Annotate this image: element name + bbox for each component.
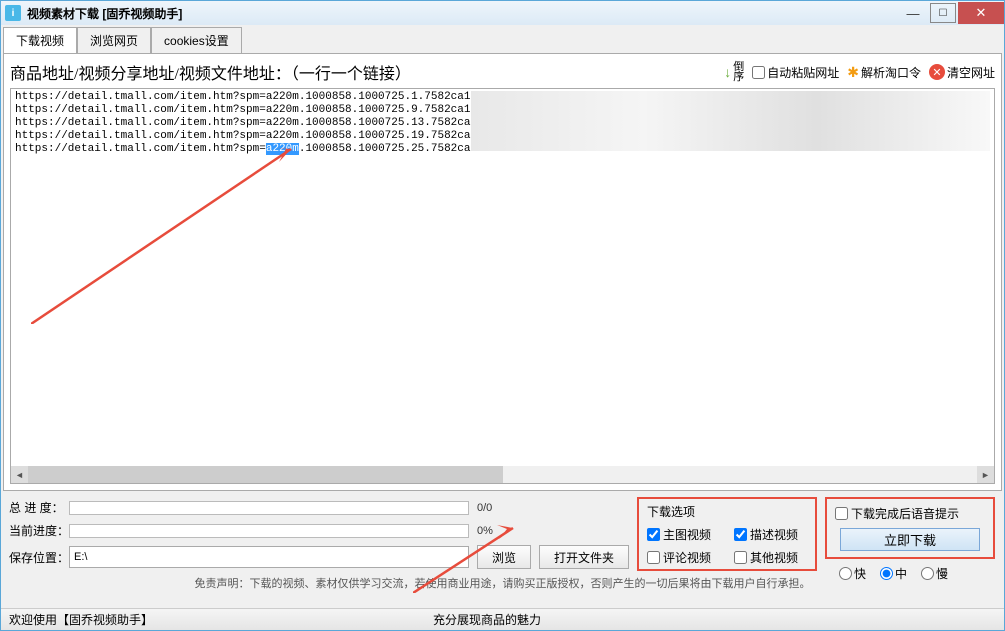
voice-prompt-checkbox[interactable]: 下载完成后语音提示: [835, 505, 959, 522]
tab-browse[interactable]: 浏览网页: [77, 27, 151, 53]
close-button[interactable]: ✕: [958, 2, 1004, 24]
titlebar: i 视频素材下载 [固乔视频助手] — ☐ ✕: [1, 1, 1004, 25]
download-action-box: 下载完成后语音提示 立即下载: [825, 497, 995, 559]
auto-paste-checkbox[interactable]: 自动粘贴网址: [752, 64, 839, 81]
reverse-icon: ↓: [724, 64, 731, 80]
main-video-checkbox[interactable]: 主图视频: [647, 526, 720, 543]
window-controls: — ☐ ✕: [898, 2, 1004, 24]
total-progress-bar: [69, 501, 469, 515]
annotation-arrow-1: [31, 144, 301, 324]
speed-fast-radio[interactable]: 快: [839, 565, 866, 582]
total-progress-info: 0/0: [477, 502, 492, 514]
save-path-input[interactable]: [69, 546, 469, 568]
scroll-right-arrow[interactable]: ►: [977, 466, 994, 483]
blur-overlay: [471, 91, 990, 151]
content-panel: 商品地址/视频分享地址/视频文件地址：（一行一个链接） ↓ 倒 序 自动粘贴网址…: [3, 53, 1002, 491]
reverse-label: 倒 序: [733, 62, 744, 82]
tab-download[interactable]: 下载视频: [3, 27, 77, 53]
desc-video-checkbox[interactable]: 描述视频: [734, 526, 807, 543]
current-progress-bar: [69, 524, 469, 538]
auto-paste-check[interactable]: [752, 66, 765, 79]
speed-medium-radio[interactable]: 中: [880, 565, 907, 582]
bottom-panel: 总 进 度： 0/0 当前进度： 0% 保存位置： 浏览 打开文件夹 免责声明：…: [1, 493, 1004, 608]
url-textarea[interactable]: https://detail.tmall.com/item.htm?spm=a2…: [10, 88, 995, 484]
auto-paste-label: 自动粘贴网址: [767, 64, 839, 81]
total-progress-label: 总 进 度：: [9, 499, 69, 516]
toolbar: ↓ 倒 序 自动粘贴网址 ✱ 解析淘口令 ✕ 清空网址: [724, 62, 995, 82]
app-window: i 视频素材下载 [固乔视频助手] — ☐ ✕ 下载视频 浏览网页 cookie…: [0, 0, 1005, 631]
minimize-button[interactable]: —: [898, 2, 928, 24]
current-progress-info: 0%: [477, 525, 493, 537]
scroll-thumb[interactable]: [28, 466, 503, 483]
comment-video-checkbox[interactable]: 评论视频: [647, 549, 720, 566]
prompt-row: 商品地址/视频分享地址/视频文件地址：（一行一个链接） ↓ 倒 序 自动粘贴网址…: [10, 60, 995, 84]
scroll-left-arrow[interactable]: ◄: [11, 466, 28, 483]
save-label: 保存位置：: [9, 549, 69, 566]
flower-icon: ✱: [847, 64, 859, 81]
app-icon: i: [5, 5, 21, 21]
parse-tao-button[interactable]: ✱ 解析淘口令: [847, 64, 921, 81]
download-now-button[interactable]: 立即下载: [840, 528, 980, 551]
tab-cookies[interactable]: cookies设置: [151, 27, 242, 53]
other-video-checkbox[interactable]: 其他视频: [734, 549, 807, 566]
reverse-button[interactable]: ↓ 倒 序: [724, 62, 744, 82]
url-prompt-label: 商品地址/视频分享地址/视频文件地址：（一行一个链接）: [10, 60, 411, 84]
download-options-box: 下载选项 主图视频 描述视频 评论视频 其他视频: [637, 497, 817, 571]
h-scrollbar[interactable]: ◄ ►: [11, 466, 994, 483]
scroll-track[interactable]: [28, 466, 977, 483]
tab-bar: 下载视频 浏览网页 cookies设置: [1, 25, 1004, 53]
speed-radios: 快 中 慢: [839, 565, 948, 582]
status-slogan: 充分展现商品的魅力: [433, 611, 541, 628]
options-legend: 下载选项: [647, 503, 807, 520]
parse-tao-label: 解析淘口令: [861, 64, 921, 81]
speed-slow-radio[interactable]: 慢: [921, 565, 948, 582]
clear-urls-button[interactable]: ✕ 清空网址: [929, 64, 995, 81]
browse-button[interactable]: 浏览: [477, 545, 531, 569]
clear-label: 清空网址: [947, 64, 995, 81]
maximize-button[interactable]: ☐: [930, 3, 956, 23]
open-folder-button[interactable]: 打开文件夹: [539, 545, 629, 569]
window-title: 视频素材下载 [固乔视频助手]: [27, 5, 182, 22]
statusbar: 欢迎使用【固乔视频助手】 充分展现商品的魅力: [1, 608, 1004, 630]
current-progress-label: 当前进度：: [9, 522, 69, 539]
status-welcome: 欢迎使用【固乔视频助手】: [9, 611, 153, 628]
clear-icon: ✕: [929, 64, 945, 80]
